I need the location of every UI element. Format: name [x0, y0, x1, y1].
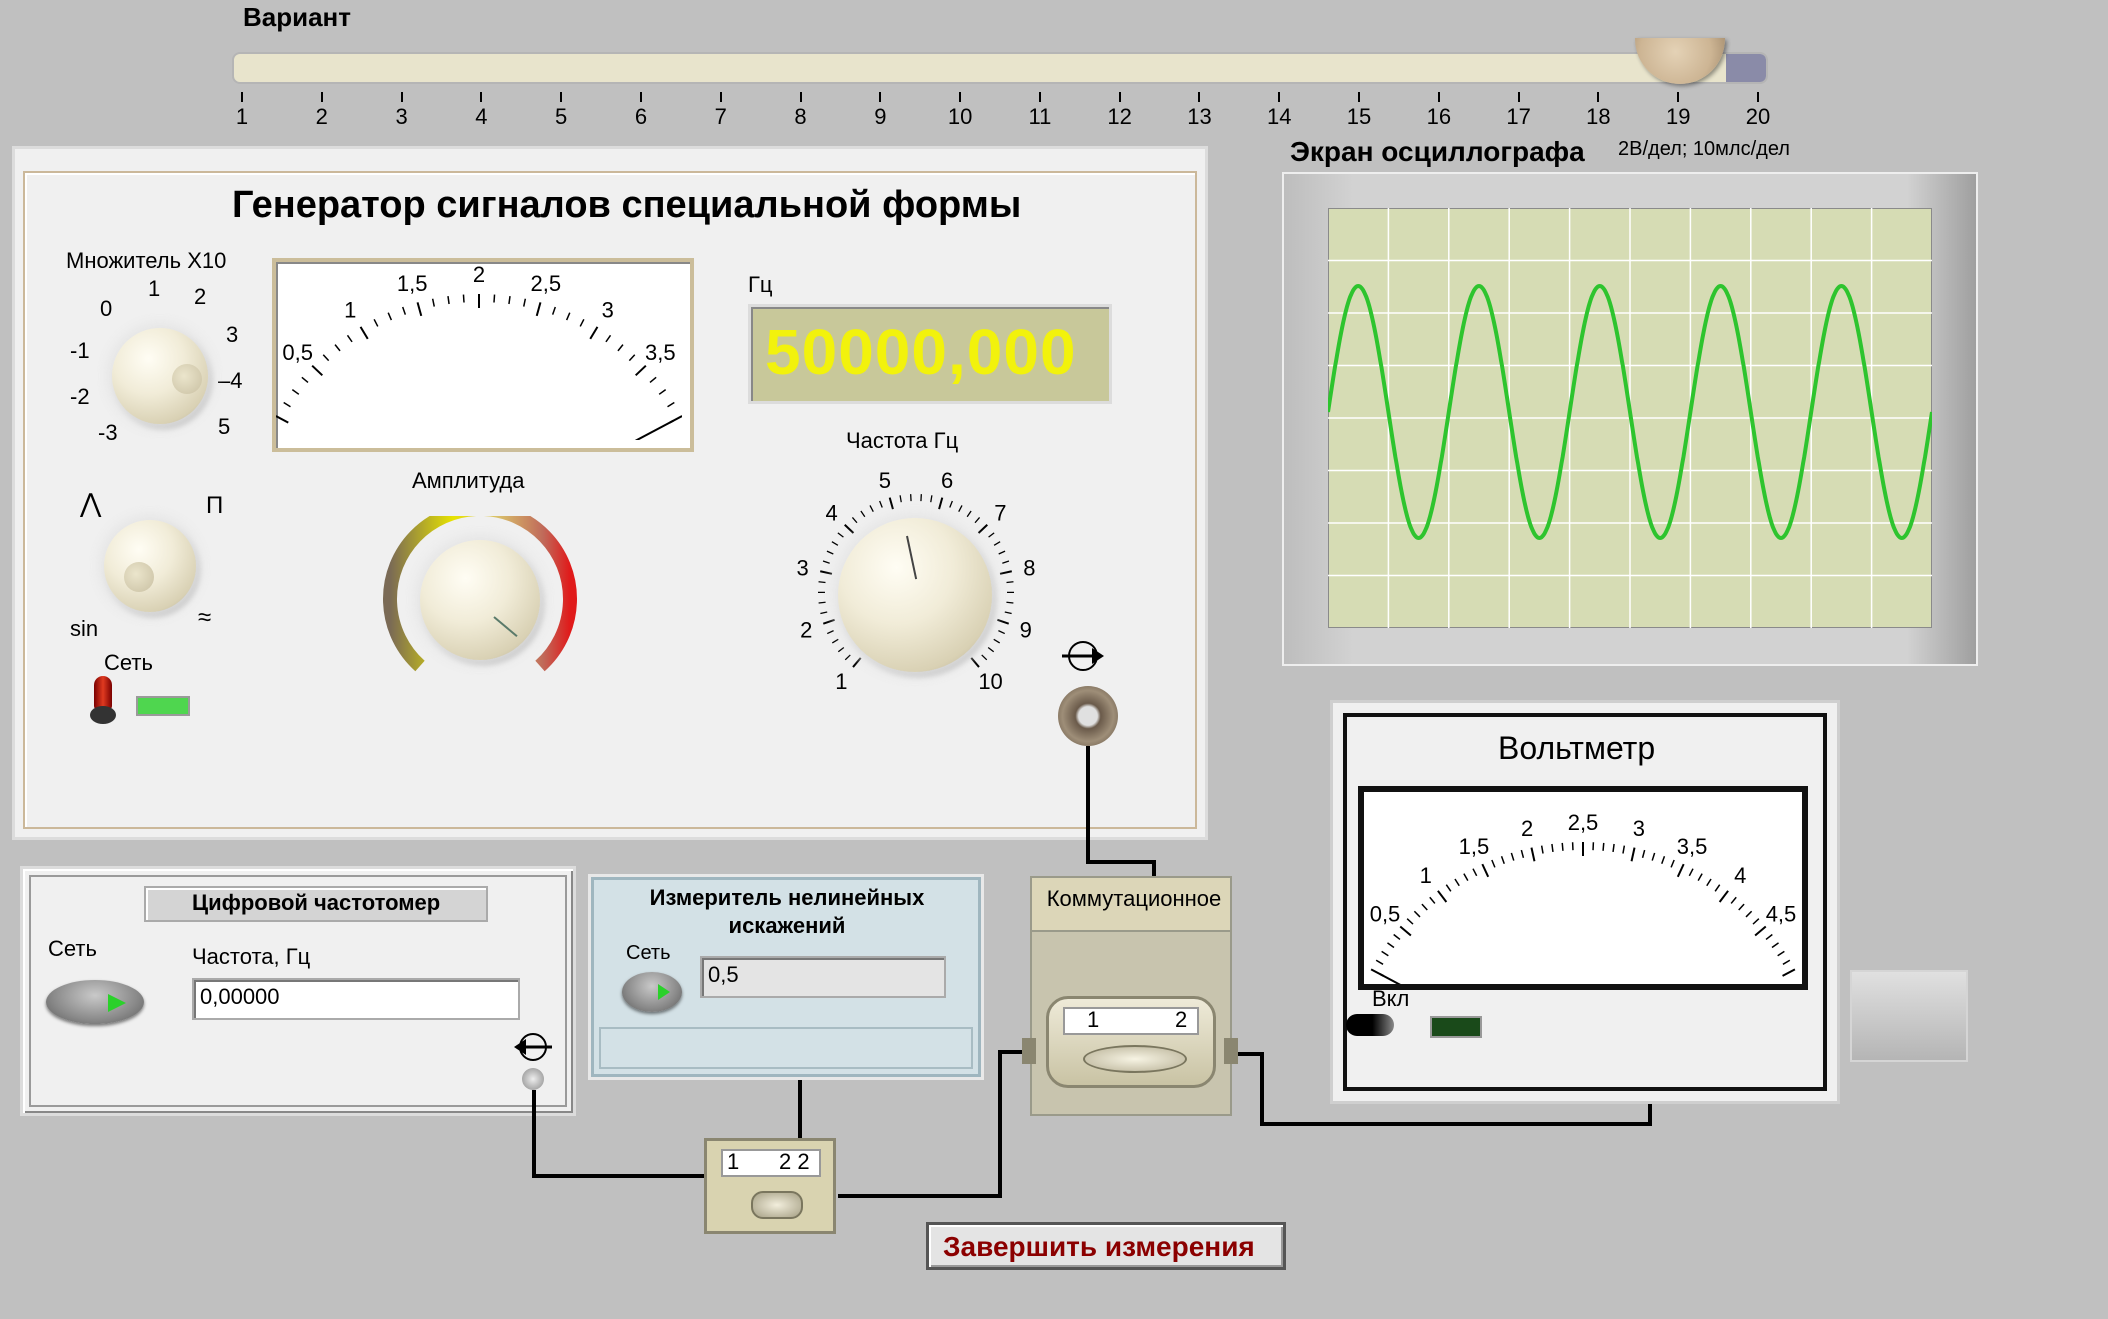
commutator-switch[interactable]: 1 2 [1046, 996, 1216, 1088]
commutator-right-port[interactable] [1224, 1038, 1238, 1064]
small-switch-box[interactable]: 1 2 2 [704, 1138, 836, 1234]
finish-measurements-button[interactable]: Завершить измерения [926, 1222, 1286, 1270]
small-switch-pos-1: 1 [727, 1149, 740, 1174]
commutator-pos-1: 1 [1087, 1007, 1100, 1032]
small-switch-pos-2: 2 2 [779, 1149, 810, 1174]
commutator-left-port[interactable] [1022, 1038, 1036, 1064]
commutator-pos-2: 2 [1175, 1007, 1188, 1032]
finish-button-label: Завершить измерения [943, 1231, 1255, 1262]
connection-wires [532, 746, 1652, 1198]
commutator-title: Коммутационное [1046, 886, 1222, 911]
